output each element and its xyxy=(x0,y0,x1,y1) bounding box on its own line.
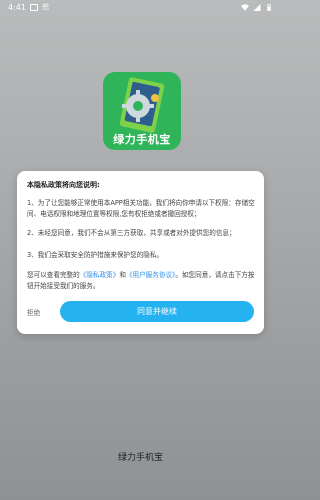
reject-button[interactable]: 拒绝 xyxy=(27,307,40,317)
agree-and-continue-button[interactable]: 同意并继续 xyxy=(60,301,254,322)
gallery-icon xyxy=(29,3,38,11)
status-right xyxy=(241,3,273,11)
user-service-agreement-link[interactable]: 《用户服务协议》 xyxy=(126,271,175,279)
dialog-and-text: 和 xyxy=(119,271,126,279)
dialog-paragraph-4: 您可以查看完整的《隐私政策》和《用户服务协议》。如您同意，请点击下方按钮开始接受… xyxy=(27,270,255,292)
dialog-paragraph-1: 1、为了让您能够正常使用本APP相关功能，我们将向你申请以下权限：存储空间、电话… xyxy=(27,199,255,218)
app-logo-text: 绿力手机宝 xyxy=(113,133,171,146)
dialog-paragraph-4-prefix: 您可以查看完整的 xyxy=(27,271,80,279)
status-time: 4:41 xyxy=(8,2,26,12)
app-name-footer: 绿力手机宝 xyxy=(117,453,163,463)
privacy-policy-link[interactable]: 《隐私政策》 xyxy=(80,271,120,279)
battery-icon xyxy=(267,3,271,11)
dialog-paragraph-3: 3、我们会采取安全防护措施来保护您的隐私。 xyxy=(27,251,164,259)
wifi-icon xyxy=(241,3,249,11)
status-app-icon: 兜 xyxy=(41,2,49,11)
app-logo: 绿力手机宝 xyxy=(103,72,181,150)
dialog-paragraph-2: 2、未经您同意，我们不会从第三方获取，共享或者对外提供您的信息； xyxy=(27,229,236,237)
signal-icon xyxy=(253,3,261,11)
status-left: 4:41 兜 xyxy=(8,3,49,12)
status-bar: 4:41 兜 xyxy=(0,0,281,14)
dialog-title: 本隐私政策将向您说明: xyxy=(27,181,100,189)
privacy-dialog: 本隐私政策将向您说明: 1、为了让您能够正常使用本APP相关功能，我们将向你申请… xyxy=(17,171,264,334)
